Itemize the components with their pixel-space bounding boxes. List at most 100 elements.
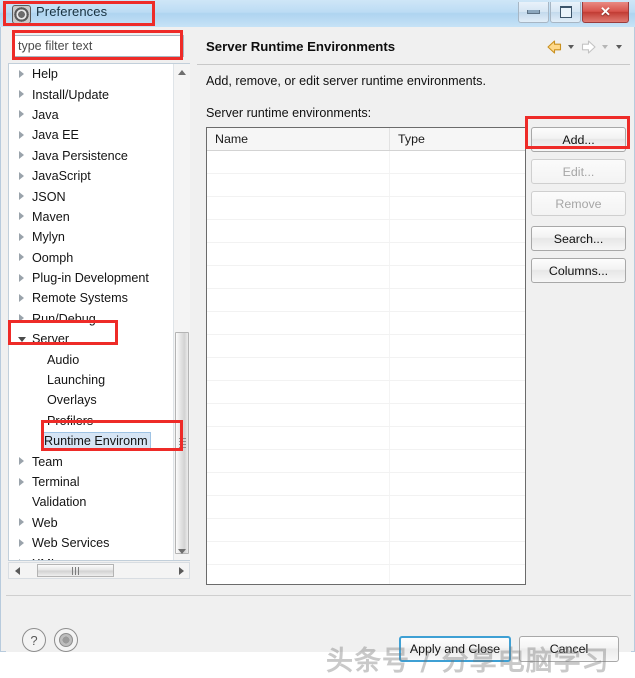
table-cell-type bbox=[390, 243, 525, 265]
tree-item-audio[interactable]: Audio bbox=[9, 349, 190, 369]
table-row[interactable] bbox=[207, 243, 525, 266]
table-row[interactable] bbox=[207, 404, 525, 427]
chevron-right-icon[interactable] bbox=[17, 273, 28, 284]
table-row[interactable] bbox=[207, 220, 525, 243]
chevron-right-icon[interactable] bbox=[17, 313, 28, 324]
chevron-right-icon[interactable] bbox=[17, 293, 28, 304]
tree-item-team[interactable]: Team bbox=[9, 451, 190, 471]
apply-and-close-button[interactable]: Apply and Close bbox=[399, 636, 511, 662]
columns-button[interactable]: Columns... bbox=[531, 258, 626, 283]
table-row[interactable] bbox=[207, 358, 525, 381]
tree-item-web-services[interactable]: Web Services bbox=[9, 533, 190, 553]
vertical-scroll-thumb[interactable] bbox=[175, 332, 189, 554]
target-dot-icon[interactable] bbox=[54, 628, 78, 652]
table-row[interactable] bbox=[207, 427, 525, 450]
table-row[interactable] bbox=[207, 519, 525, 542]
filter-textbox[interactable] bbox=[12, 35, 184, 57]
table-row[interactable] bbox=[207, 335, 525, 358]
chevron-right-icon[interactable] bbox=[17, 477, 28, 488]
chevron-right-icon[interactable] bbox=[17, 171, 28, 182]
add-button[interactable]: Add... bbox=[531, 127, 626, 152]
dialog-footer: ? Apply and Close Cancel bbox=[6, 595, 631, 662]
preferences-tree[interactable]: Help Install/Update Java Java EE Java Persis… bbox=[8, 63, 190, 561]
tree-item-install-update[interactable]: Install/Update bbox=[9, 84, 190, 104]
chevron-right-icon[interactable] bbox=[17, 517, 28, 528]
tree-item-label: Audio bbox=[47, 352, 80, 367]
tree-item-oomph[interactable]: Oomph bbox=[9, 248, 190, 268]
dialog-body: Help Install/Update Java Java EE Java Persis… bbox=[0, 27, 635, 677]
column-header-name[interactable]: Name bbox=[207, 128, 390, 150]
tree-item-profilers[interactable]: Profilers bbox=[9, 411, 190, 431]
close-button[interactable]: ✕ bbox=[582, 2, 629, 23]
scroll-right-icon[interactable] bbox=[173, 563, 189, 578]
chevron-right-icon[interactable] bbox=[17, 252, 28, 263]
chevron-right-icon[interactable] bbox=[17, 109, 28, 120]
tree-item-java[interactable]: Java bbox=[9, 105, 190, 125]
table-row[interactable] bbox=[207, 197, 525, 220]
horizontal-scroll-thumb[interactable] bbox=[37, 564, 114, 577]
tree-vertical-scrollbar[interactable] bbox=[173, 64, 190, 560]
chevron-right-icon[interactable] bbox=[17, 130, 28, 141]
table-row[interactable] bbox=[207, 151, 525, 174]
chevron-right-icon[interactable] bbox=[17, 191, 28, 202]
table-row[interactable] bbox=[207, 312, 525, 335]
view-menu-dropdown-icon[interactable] bbox=[613, 38, 626, 56]
back-arrow-icon[interactable] bbox=[545, 38, 564, 56]
chevron-right-icon[interactable] bbox=[17, 232, 28, 243]
tree-item-web[interactable]: Web bbox=[9, 513, 190, 533]
tree-item-help[interactable]: Help bbox=[9, 64, 190, 84]
table-row[interactable] bbox=[207, 266, 525, 289]
runtime-environments-table[interactable]: Name Type bbox=[206, 127, 526, 585]
tree-item-label: Run/Debug bbox=[32, 311, 96, 326]
table-cell-type bbox=[390, 450, 525, 472]
tree-item-server[interactable]: Server bbox=[9, 329, 190, 349]
table-row[interactable] bbox=[207, 450, 525, 473]
tree-horizontal-scrollbar[interactable] bbox=[8, 562, 190, 579]
cancel-button[interactable]: Cancel bbox=[519, 636, 619, 662]
tree-item-java-persistence[interactable]: Java Persistence bbox=[9, 146, 190, 166]
table-row[interactable] bbox=[207, 496, 525, 519]
tree-item-label: Runtime Environm bbox=[41, 432, 151, 451]
tree-item-run-debug[interactable]: Run/Debug bbox=[9, 309, 190, 329]
search-input[interactable] bbox=[13, 36, 183, 56]
column-header-type[interactable]: Type bbox=[390, 128, 525, 150]
chevron-down-icon[interactable] bbox=[17, 334, 28, 345]
chevron-right-icon[interactable] bbox=[17, 150, 28, 161]
tree-item-validation[interactable]: Validation bbox=[9, 492, 190, 512]
chevron-right-icon[interactable] bbox=[17, 69, 28, 80]
tree-item-maven[interactable]: Maven bbox=[9, 207, 190, 227]
back-history-dropdown-icon[interactable] bbox=[565, 38, 578, 56]
tree-item-overlays[interactable]: Overlays bbox=[9, 390, 190, 410]
table-row[interactable] bbox=[207, 542, 525, 565]
scroll-up-icon[interactable] bbox=[174, 64, 190, 81]
help-icon[interactable]: ? bbox=[22, 628, 46, 652]
table-row[interactable] bbox=[207, 473, 525, 496]
tree-item-java-ee[interactable]: Java EE bbox=[9, 125, 190, 145]
chevron-right-icon[interactable] bbox=[17, 211, 28, 222]
window-controls: ✕ bbox=[517, 2, 629, 23]
maximize-button[interactable] bbox=[550, 2, 581, 23]
tree-item-terminal[interactable]: Terminal bbox=[9, 472, 190, 492]
page-navigation-toolbar bbox=[545, 38, 626, 56]
chevron-right-icon[interactable] bbox=[17, 558, 28, 560]
table-row[interactable] bbox=[207, 381, 525, 404]
minimize-button[interactable] bbox=[518, 2, 549, 23]
tree-item-json[interactable]: JSON bbox=[9, 186, 190, 206]
tree-item-mylyn[interactable]: Mylyn bbox=[9, 227, 190, 247]
tree-item-runtime-environm[interactable]: Runtime Environm bbox=[9, 431, 190, 451]
chevron-right-icon[interactable] bbox=[17, 538, 28, 549]
chevron-right-icon[interactable] bbox=[17, 456, 28, 467]
scroll-down-icon[interactable] bbox=[174, 543, 190, 560]
table-cell-type bbox=[390, 174, 525, 196]
table-row[interactable] bbox=[207, 174, 525, 197]
tree-item-plug-in-development[interactable]: Plug-in Development bbox=[9, 268, 190, 288]
tree-item-javascript[interactable]: JavaScript bbox=[9, 166, 190, 186]
table-row[interactable] bbox=[207, 289, 525, 312]
scroll-left-icon[interactable] bbox=[9, 563, 25, 578]
tree-item-remote-systems[interactable]: Remote Systems bbox=[9, 288, 190, 308]
tree-item-launching[interactable]: Launching bbox=[9, 370, 190, 390]
search-button[interactable]: Search... bbox=[531, 226, 626, 251]
tree-item-xml[interactable]: XML bbox=[9, 553, 190, 560]
chevron-right-icon[interactable] bbox=[17, 89, 28, 100]
table-row[interactable] bbox=[207, 565, 525, 584]
